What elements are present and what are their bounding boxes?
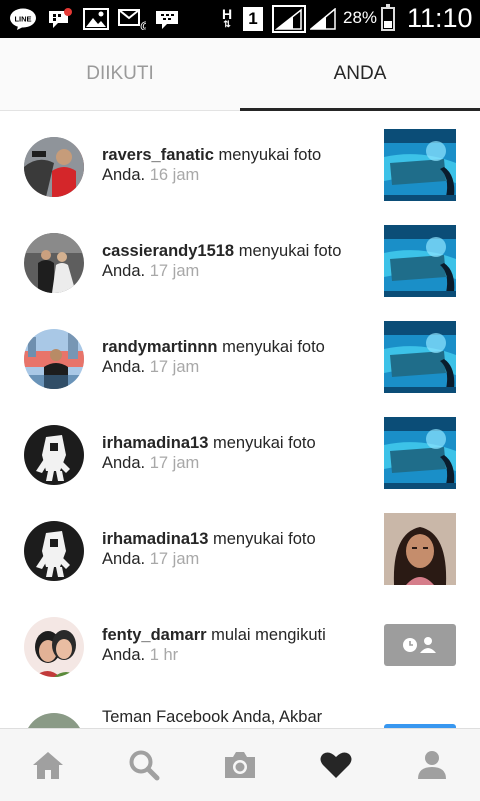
svg-text:@: @ [140, 20, 146, 30]
notification-row[interactable]: fenty_damarr mulai mengikuti Anda. 1 hr [0, 591, 480, 687]
home-icon [33, 752, 63, 779]
nav-profile[interactable] [384, 729, 480, 801]
clock: 11:10 [407, 3, 473, 33]
post-thumbnail[interactable] [384, 225, 456, 297]
missed-call-icon: @ [118, 8, 146, 30]
avatar[interactable] [24, 425, 84, 485]
bbm-icon [154, 8, 182, 30]
tab-you[interactable]: ANDA [240, 38, 480, 110]
heart-icon [320, 752, 352, 778]
notification-feed[interactable]: ravers_fanatic menyukai foto Anda. 16 ja… [0, 111, 480, 728]
timestamp: 1 hr [149, 646, 179, 664]
tab-following[interactable]: DIIKUTI [0, 38, 240, 110]
signal-icon [272, 5, 306, 33]
facebook-friend-text: Teman Facebook Anda, Akbar [102, 708, 323, 726]
follow-status-icon [403, 637, 436, 653]
notification-text: irhamadina13 menyukai foto Anda. 17 jam [102, 433, 364, 473]
timestamp: 16 jam [149, 166, 200, 184]
timestamp: 17 jam [149, 358, 200, 376]
action-text: menyukai foto [208, 530, 316, 548]
action-text: menyukai foto [213, 146, 322, 164]
chat-icon [46, 8, 74, 30]
username-link[interactable]: randymartinnn [102, 338, 218, 356]
notification-row[interactable]: ravers_fanatic menyukai foto Anda. 16 ja… [0, 111, 480, 207]
notification-text: fenty_damarr mulai mengikuti Anda. 1 hr [102, 625, 364, 665]
network-label: H [221, 6, 233, 22]
username-link[interactable]: ravers_fanatic [102, 146, 214, 164]
nav-search[interactable] [96, 729, 192, 801]
network-type-icon: H ⇅ [221, 6, 233, 29]
timestamp: 17 jam [149, 454, 200, 472]
status-bar: LINE @ H ⇅ 1 28% 11:10 [0, 0, 480, 38]
avatar[interactable] [24, 617, 84, 677]
notification-row[interactable]: irhamadina13 menyukai foto Anda. 17 jam [0, 495, 480, 591]
sim-icon: 1 [243, 7, 263, 31]
notification-text: ravers_fanatic menyukai foto Anda. 16 ja… [102, 145, 364, 185]
battery-percent: 28% [343, 8, 378, 27]
object-text: Anda. [102, 550, 146, 568]
action-text: menyukai foto [234, 242, 342, 260]
battery-icon [381, 4, 395, 31]
username-link[interactable]: fenty_damarr [102, 626, 207, 644]
post-thumbnail[interactable] [384, 321, 456, 393]
follow-back-button[interactable] [384, 624, 456, 666]
object-text: Anda. [102, 454, 146, 472]
object-text: Anda. [102, 358, 146, 376]
notification-row[interactable]: randymartinnn menyukai foto Anda. 17 jam [0, 303, 480, 399]
timestamp: 17 jam [149, 550, 200, 568]
post-thumbnail[interactable] [384, 513, 456, 585]
svg-text:LINE: LINE [14, 15, 31, 24]
notification-text: irhamadina13 menyukai foto Anda. 17 jam [102, 529, 364, 569]
object-text: Anda. [102, 646, 146, 664]
avatar[interactable] [24, 329, 84, 389]
username-link[interactable]: irhamadina13 [102, 530, 208, 548]
post-thumbnail[interactable] [384, 417, 456, 489]
search-icon [129, 750, 160, 781]
avatar[interactable] [24, 521, 84, 581]
notification-text: cassierandy1518 menyukai foto Anda. 17 j… [102, 241, 364, 281]
signal-icon-2 [310, 8, 336, 30]
bottom-nav [0, 728, 480, 801]
avatar[interactable] [24, 233, 84, 293]
nav-camera[interactable] [192, 729, 288, 801]
object-text: Anda. [102, 262, 146, 280]
camera-icon [225, 752, 255, 778]
notification-row[interactable]: cassierandy1518 menyukai foto Anda. 17 j… [0, 207, 480, 303]
username-link[interactable]: cassierandy1518 [102, 242, 234, 260]
notification-row[interactable]: Teman Facebook Anda, Akbar [0, 687, 480, 728]
notification-row[interactable]: irhamadina13 menyukai foto Anda. 17 jam [0, 399, 480, 495]
activity-tab-bar: DIIKUTI ANDA [0, 38, 480, 111]
object-text: Anda. [102, 166, 146, 184]
action-text: menyukai foto [208, 434, 316, 452]
action-text: menyukai foto [217, 338, 325, 356]
username-link[interactable]: irhamadina13 [102, 434, 208, 452]
avatar[interactable] [24, 713, 84, 728]
profile-icon [418, 751, 446, 779]
nav-activity[interactable] [288, 729, 384, 801]
post-thumbnail[interactable] [384, 129, 456, 201]
timestamp: 17 jam [149, 262, 200, 280]
line-icon: LINE [8, 8, 38, 30]
notification-text: randymartinnn menyukai foto Anda. 17 jam [102, 337, 364, 377]
sim-label: 1 [248, 9, 258, 28]
nav-home[interactable] [0, 729, 96, 801]
avatar[interactable] [24, 137, 84, 197]
image-icon [82, 8, 110, 30]
action-text: mulai mengikuti [206, 626, 326, 644]
